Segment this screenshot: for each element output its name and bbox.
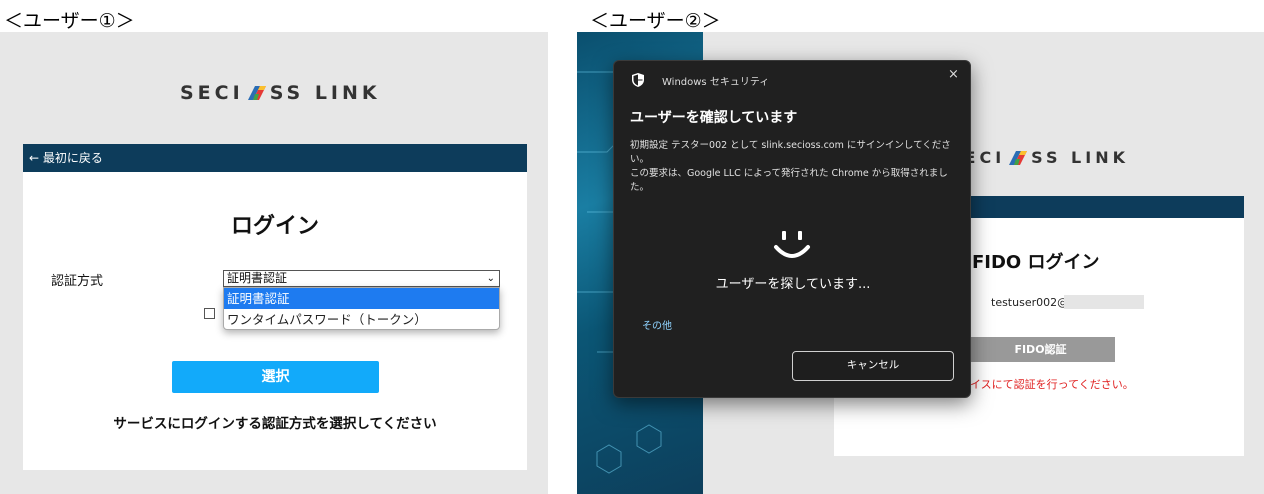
login-card: ← 最初に戻る ログイン 認証方式 証明書認証 ⌄ 証明書認証 ワンタイムパスワ… — [23, 144, 527, 470]
fido-screen-panel: SECI SS LINK FIDO ログイン testuser002@ FIDO… — [577, 32, 1264, 494]
logo-text-right: SS LINK — [269, 82, 381, 104]
auth-method-selected-value: 証明書認証 — [227, 271, 288, 285]
page-title: ログイン — [230, 214, 319, 239]
dialog-signin-text: 初期設定 テスター002 として slink.secioss.com にサインイ… — [630, 140, 951, 165]
dialog-heading: ユーザーを確認しています — [630, 110, 798, 126]
more-options-link[interactable]: その他 — [642, 317, 672, 332]
error-message: イスにて認証を行ってください。 — [970, 378, 1134, 391]
caption-user1: ＜ユーザー①＞ — [4, 10, 135, 32]
secioss-link-logo: SECI SS LINK — [180, 82, 381, 104]
searching-user-text: ユーザーを探しています... — [715, 277, 871, 292]
fido-page-title: FIDO ログイン — [972, 252, 1100, 273]
auth-method-select[interactable]: 証明書認証 ⌄ — [223, 270, 500, 287]
login-screen-panel: SECI SS LINK ← 最初に戻る ログイン 認証方式 証明書認証 ⌄ 証… — [0, 32, 548, 494]
dropdown-option-otp-token[interactable]: ワンタイムパスワード（トークン） — [224, 309, 499, 330]
back-to-start-link[interactable]: ← 最初に戻る — [23, 144, 527, 172]
logo-cube-icon — [1009, 150, 1028, 165]
dialog-request-source-text: この要求は、Google LLC によって発行された Chrome から取得され… — [630, 168, 948, 193]
close-icon[interactable]: × — [948, 67, 959, 82]
option-checkbox[interactable] — [204, 308, 215, 319]
logo-cube-icon — [247, 86, 266, 100]
chevron-down-icon: ⌄ — [486, 273, 495, 284]
email-redacted — [1064, 295, 1144, 309]
auth-method-dropdown: 証明書認証 ワンタイムパスワード（トークン） — [223, 287, 500, 330]
auth-method-label: 認証方式 — [51, 274, 104, 289]
select-button[interactable]: 選択 — [172, 361, 379, 393]
windows-hello-face-icon — [774, 231, 810, 258]
dialog-app-name: Windows セキュリティ — [662, 77, 770, 88]
shield-icon — [632, 73, 644, 87]
cancel-button[interactable]: キャンセル — [792, 351, 954, 381]
windows-security-dialog: Windows セキュリティ × ユーザーを確認しています 初期設定 テスター0… — [613, 60, 971, 398]
logo-text-left: SECI — [180, 82, 244, 104]
instruction-text: サービスにログインする認証方式を選択してください — [113, 416, 437, 432]
caption-user2: ＜ユーザー②＞ — [590, 10, 721, 32]
dropdown-option-certificate[interactable]: 証明書認証 — [224, 288, 499, 309]
secioss-link-logo: SECI SS LINK — [949, 148, 1129, 167]
user-email-text: testuser002@ — [991, 296, 1069, 309]
fido-auth-button[interactable]: FIDO認証 — [966, 337, 1115, 362]
logo-text-right: SS LINK — [1031, 148, 1129, 167]
